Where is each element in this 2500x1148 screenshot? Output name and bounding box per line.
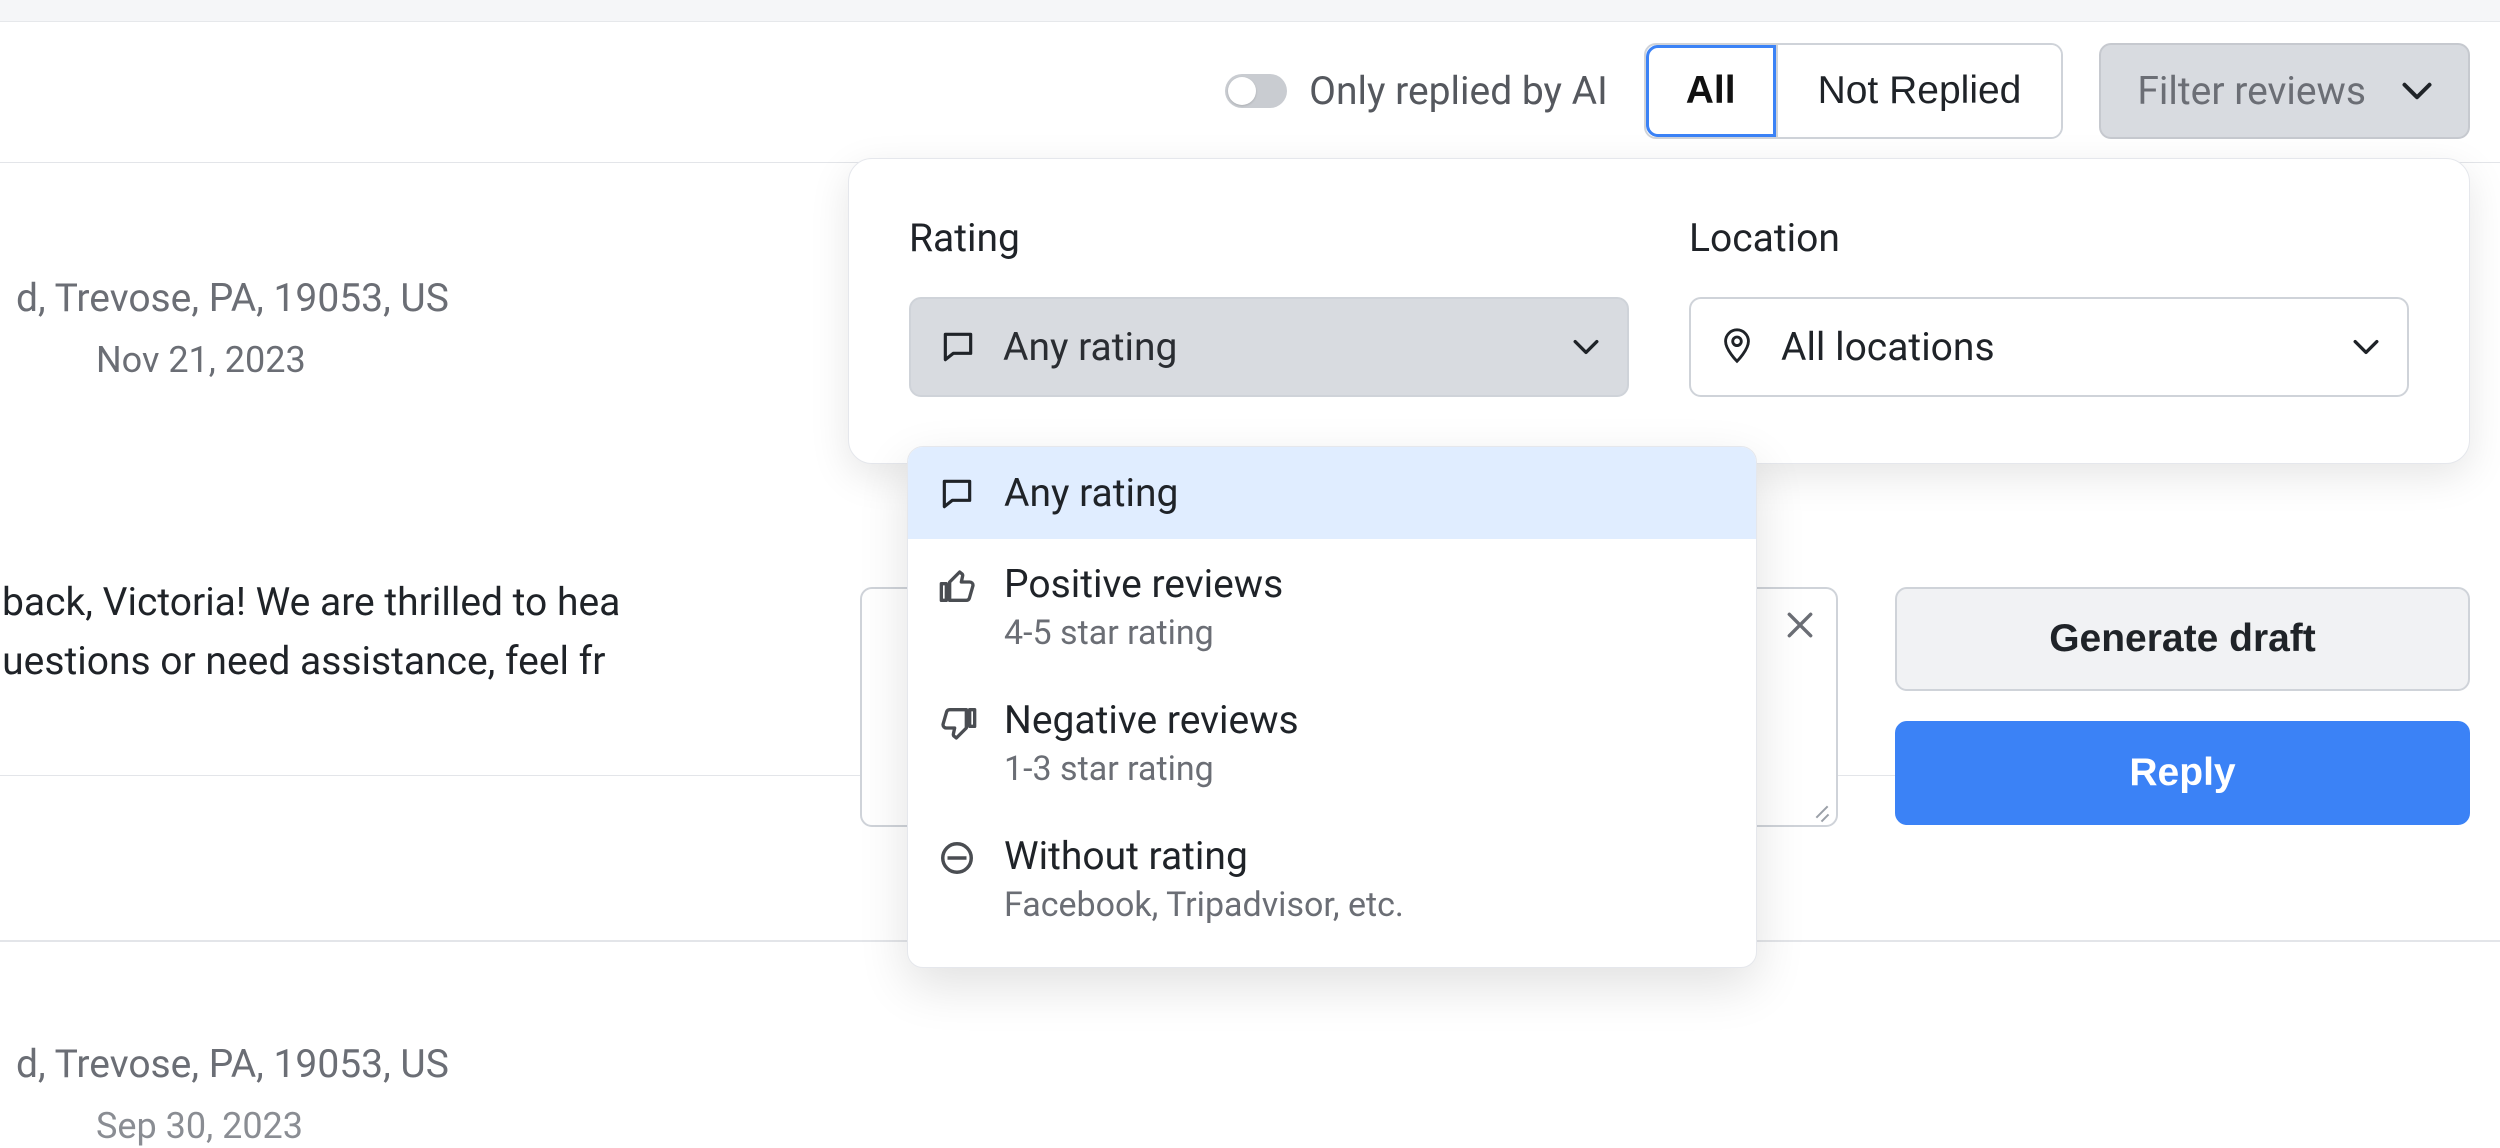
filter-col-location: Location All locations [1689, 215, 2409, 397]
chevron-down-icon [2402, 82, 2432, 100]
thumbs-up-icon [938, 567, 978, 607]
location-pin-icon [1719, 327, 1755, 367]
ai-toggle-wrap: Only replied by AI [1225, 68, 1608, 114]
filter-reviews-button[interactable]: Filter reviews [2099, 43, 2470, 139]
reply-line1: dback, Victoria! We are thrilled to hea [0, 579, 620, 625]
tab-all[interactable]: All [1646, 45, 1776, 137]
close-icon[interactable] [1784, 609, 1816, 641]
no-entry-icon [938, 839, 978, 877]
thumbs-down-icon [938, 703, 978, 743]
location-select-value: All locations [1781, 324, 1995, 370]
rating-select[interactable]: Any rating [909, 297, 1629, 397]
chat-icon [939, 328, 977, 366]
reply-filter-tabs: All Not Replied [1644, 43, 2064, 139]
reply-actions: Generate draft Reply [1895, 587, 2470, 825]
reply-button[interactable]: Reply [1895, 721, 2470, 825]
chevron-down-icon [1573, 339, 1599, 355]
location-select[interactable]: All locations [1689, 297, 2409, 397]
reply-line2: questions or need assistance, feel fr [0, 638, 605, 684]
rating-option-title: Negative reviews [1004, 697, 1299, 743]
filter-reviews-label: Filter reviews [2137, 68, 2366, 114]
chevron-down-icon [2353, 339, 2379, 355]
rating-option-title: Without rating [1004, 833, 1248, 879]
ai-toggle-label: Only replied by AI [1309, 68, 1608, 114]
rating-option-subtitle: 4-5 star rating [1004, 613, 1283, 653]
resize-handle-icon[interactable] [1810, 799, 1832, 821]
generate-draft-button[interactable]: Generate draft [1895, 587, 2470, 691]
rating-option-positive[interactable]: Positive reviews 4-5 star rating [908, 539, 1756, 675]
review-reply-body: dback, Victoria! We are thrilled to hea … [0, 573, 620, 690]
toolbar: Only replied by AI All Not Replied Filte… [1225, 43, 2470, 139]
rating-option-without[interactable]: Without rating Facebook, Tripadvisor, et… [908, 811, 1756, 947]
rating-option-subtitle: 1-3 star rating [1004, 749, 1299, 789]
chat-icon [938, 475, 978, 513]
filter-popover: Rating Any rating Location All locations [848, 158, 2470, 464]
rating-option-subtitle: Facebook, Tripadvisor, etc. [1004, 885, 1404, 925]
rating-select-value: Any rating [1003, 324, 1177, 370]
filter-label-location: Location [1689, 215, 2409, 261]
rating-dropdown: Any rating Positive reviews 4-5 star rat… [907, 446, 1757, 968]
review-date: Sep 30, 2023 [96, 1105, 2470, 1147]
rating-option-title: Positive reviews [1004, 561, 1283, 607]
review-address: d, Trevose, PA, 19053, US [16, 1041, 2470, 1087]
rating-option-any[interactable]: Any rating [908, 447, 1756, 539]
filter-col-rating: Rating Any rating [909, 215, 1629, 397]
rating-option-negative[interactable]: Negative reviews 1-3 star rating [908, 675, 1756, 811]
ai-toggle[interactable] [1225, 74, 1287, 108]
app-topstrip [0, 0, 2500, 22]
tab-not-replied[interactable]: Not Replied [1778, 45, 2062, 137]
filter-label-rating: Rating [909, 215, 1629, 261]
rating-option-title: Any rating [1004, 470, 1178, 516]
